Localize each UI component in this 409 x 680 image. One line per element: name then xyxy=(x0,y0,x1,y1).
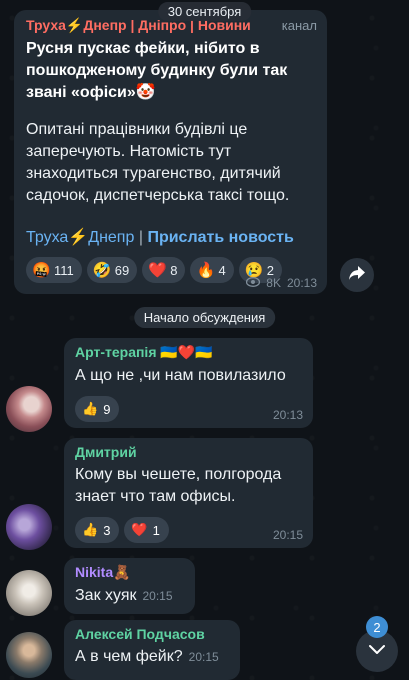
send-news-link[interactable]: Прислать новость xyxy=(147,229,293,246)
channel-link[interactable]: Труха⚡Днепр xyxy=(26,229,134,246)
thumbs-up-icon: 👍 xyxy=(82,401,99,416)
angry-face-icon: 🤬 xyxy=(32,262,51,279)
view-count: 8K xyxy=(266,276,281,290)
post-title: Русня пускає фейки, нібито в пошкодженом… xyxy=(26,40,288,101)
reaction-thumbs-up[interactable]: 👍 3 xyxy=(75,517,120,543)
comment-text-body: Зак хуяк xyxy=(75,587,137,604)
reaction-count: 3 xyxy=(103,522,111,538)
avatar[interactable] xyxy=(6,570,52,616)
comment-time: 20:15 xyxy=(188,650,219,664)
chevron-down-icon xyxy=(368,642,386,660)
comment-author[interactable]: Арт-терапія 🇺🇦❤️🇺🇦 xyxy=(75,344,303,361)
avatar[interactable] xyxy=(6,632,52,678)
comment-reactions: 👍 3 ❤️ 1 xyxy=(75,517,303,543)
comment-author[interactable]: Nikita🧸 xyxy=(75,564,185,581)
reaction-count: 69 xyxy=(114,262,130,278)
eye-icon xyxy=(246,276,261,290)
comment-text-body: А в чем фейк? xyxy=(75,648,183,665)
reaction-heart[interactable]: ❤️ 1 xyxy=(124,517,169,543)
avatar[interactable] xyxy=(6,504,52,550)
share-arrow-icon xyxy=(348,265,366,286)
post-body: Опитані працівники будівлі це заперечуют… xyxy=(26,121,290,204)
comment-reactions: 👍 9 xyxy=(75,396,303,422)
comment-time: 20:15 xyxy=(272,528,303,542)
reaction-thumbs-up[interactable]: 👍 9 xyxy=(75,396,120,422)
discussion-start-label: Начало обсуждения xyxy=(133,307,276,328)
unread-count-badge: 2 xyxy=(366,616,388,638)
heart-icon: ❤️ xyxy=(131,522,148,537)
reaction-count: 9 xyxy=(103,401,111,417)
reaction-count: 8 xyxy=(170,262,178,278)
reaction-count: 4 xyxy=(218,262,226,278)
comment-author[interactable]: Алексей Подчасов xyxy=(75,626,230,642)
post-tag: канал xyxy=(281,17,317,33)
reaction-count: 1 xyxy=(152,522,160,538)
comment-time: 20:13 xyxy=(272,408,303,422)
comment-bubble[interactable]: Дмитрий Кому вы чешете, полгорода знает … xyxy=(64,438,313,548)
comment-bubble[interactable]: Nikita🧸 Зак хуяк 20:15 xyxy=(64,558,195,614)
comment-bubble[interactable]: Алексей Подчасов А в чем фейк? 20:15 xyxy=(64,620,240,680)
fire-icon: 🔥 xyxy=(196,262,216,279)
post-links: Труха⚡Днепр | Прислать новость xyxy=(26,227,317,247)
heart-icon: ❤️ xyxy=(148,262,167,279)
channel-post-bubble[interactable]: Труха⚡Днепр | Днiпро | Новини канал Русн… xyxy=(14,10,327,294)
rofl-face-icon: 🤣 xyxy=(92,262,112,279)
avatar[interactable] xyxy=(6,386,52,432)
thumbs-up-icon: 👍 xyxy=(82,522,99,537)
reaction-fire[interactable]: 🔥 4 xyxy=(190,257,234,283)
post-time: 20:13 xyxy=(286,276,317,290)
share-button[interactable] xyxy=(340,258,374,292)
comment-text: Зак хуяк 20:15 xyxy=(75,585,185,607)
comment-time: 20:15 xyxy=(142,589,173,603)
comment-text: А що не ,чи нам повилазило xyxy=(75,367,286,384)
post-meta: 8K 20:13 xyxy=(246,276,317,290)
comment-text: Кому вы чешете, полгорода знает что там … xyxy=(75,466,282,505)
reaction-angry[interactable]: 🤬 111 xyxy=(26,257,82,283)
comment-bubble[interactable]: Арт-терапія 🇺🇦❤️🇺🇦 А що не ,чи нам повил… xyxy=(64,338,313,428)
reaction-count: 111 xyxy=(54,262,74,278)
reaction-heart[interactable]: ❤️ 8 xyxy=(142,257,186,283)
link-separator: | xyxy=(138,229,143,246)
comment-author[interactable]: Дмитрий xyxy=(75,444,303,460)
date-separator: 30 сентября xyxy=(157,2,252,21)
reaction-rofl[interactable]: 🤣 69 xyxy=(86,257,138,283)
comment-text: А в чем фейк? 20:15 xyxy=(75,646,230,668)
